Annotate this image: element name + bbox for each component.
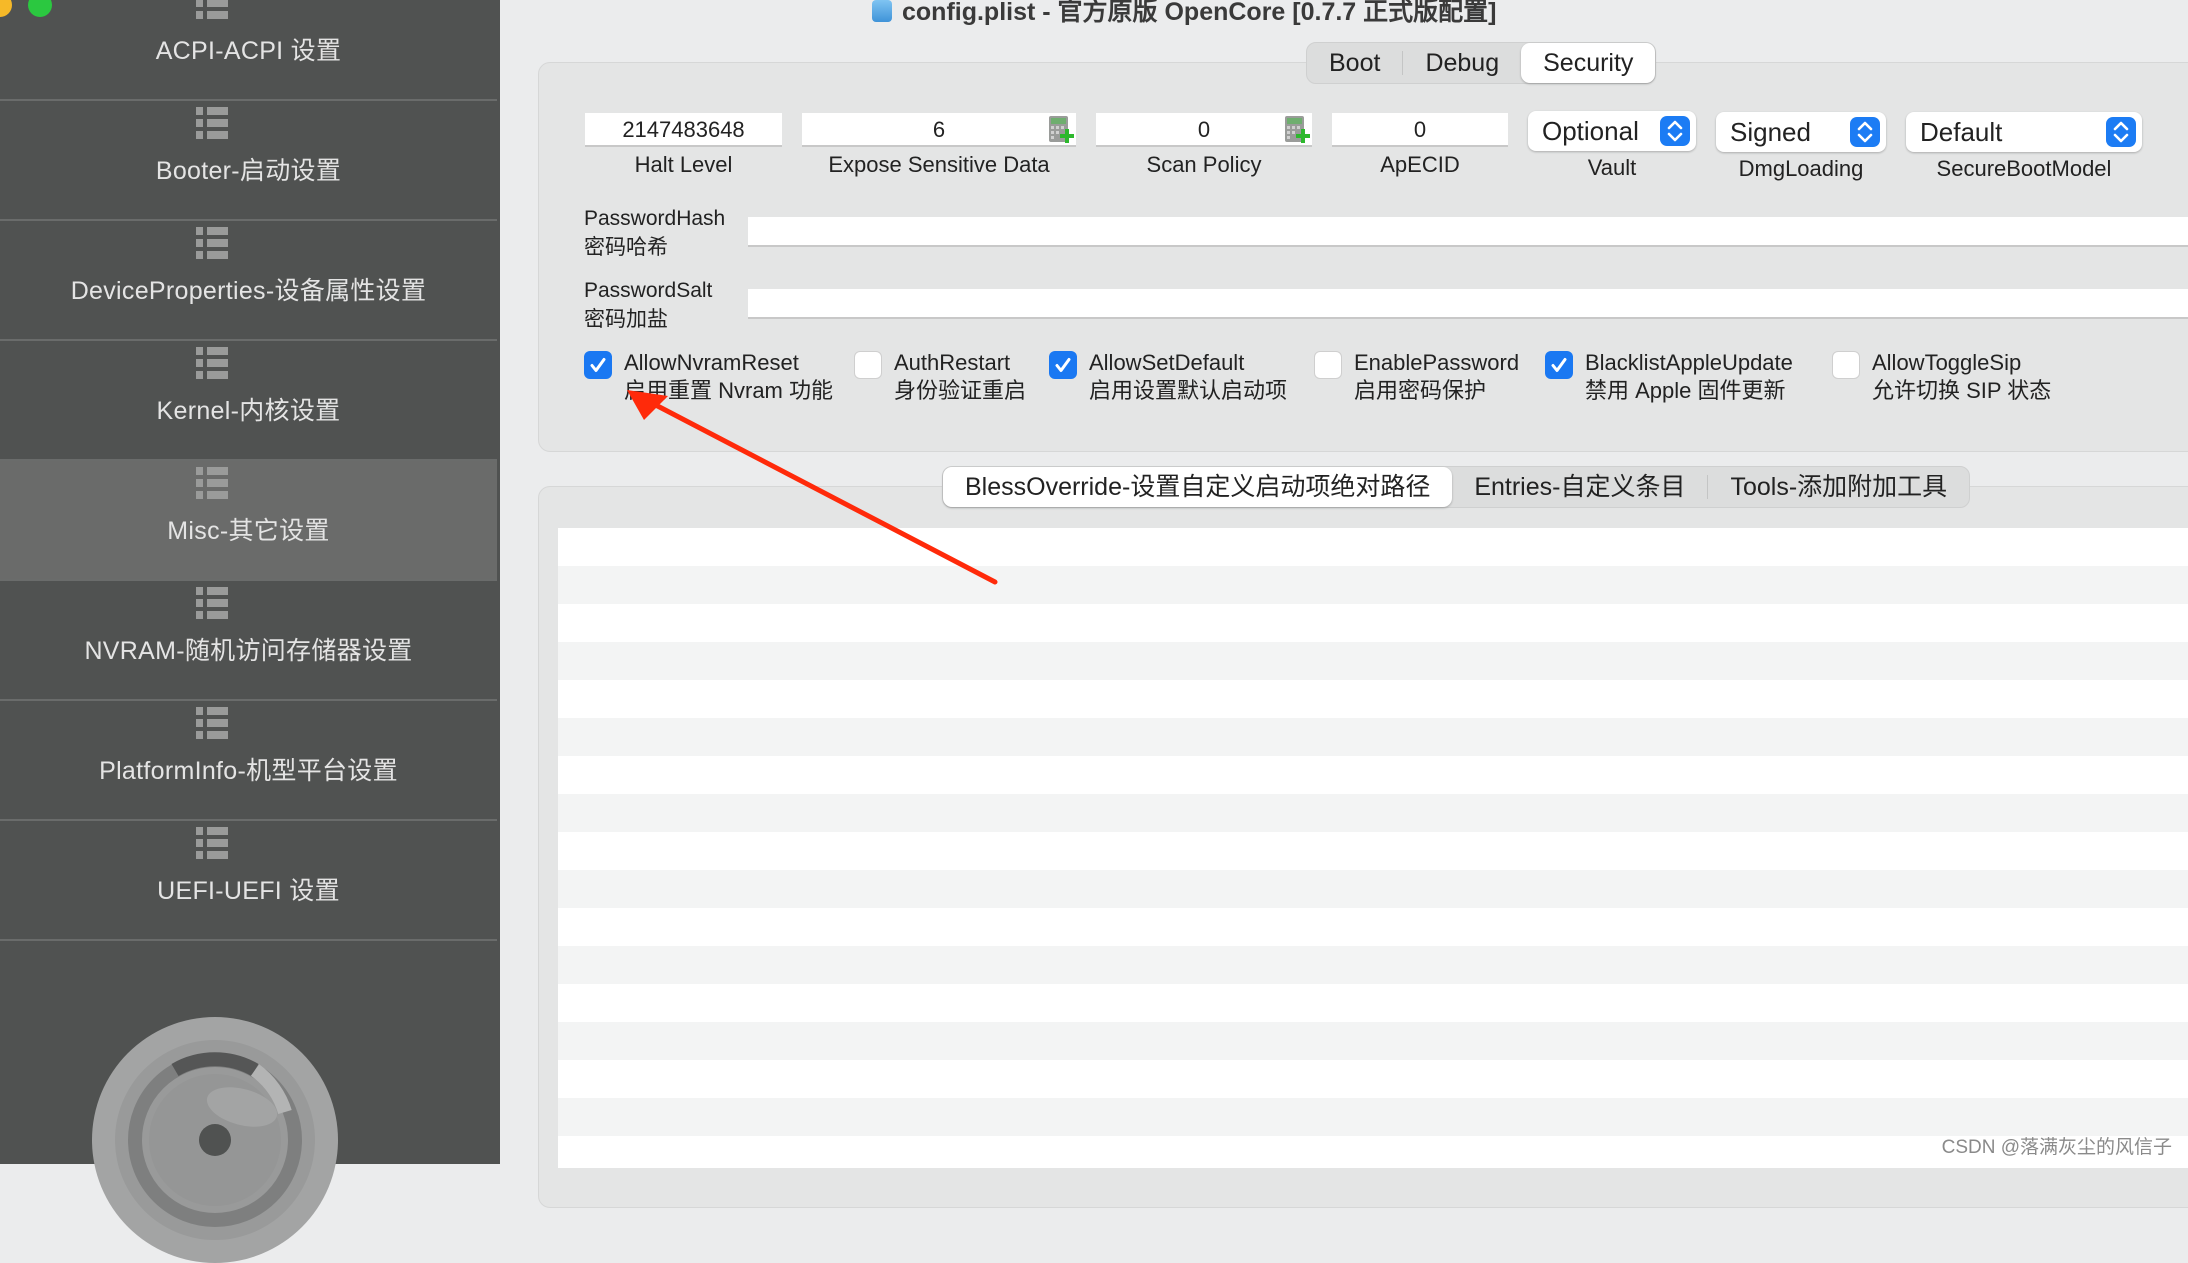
sidebar-item-nvram[interactable]: NVRAM-随机访问存储器设置 bbox=[0, 581, 497, 701]
list-icon bbox=[196, 827, 228, 859]
table-row[interactable] bbox=[558, 566, 2188, 604]
checkbox-checked[interactable] bbox=[1545, 351, 1573, 379]
tab-debug[interactable]: Debug bbox=[1403, 43, 1521, 83]
sidebar-item-platforminfo[interactable]: PlatformInfo-机型平台设置 bbox=[0, 701, 497, 821]
checkbox-label: EnablePassword 启用密码保护 bbox=[1354, 350, 1520, 403]
checkmark-icon bbox=[1551, 358, 1567, 372]
table-row[interactable] bbox=[558, 528, 2188, 566]
updown-chevron-icon bbox=[1850, 117, 1880, 147]
tab-entries[interactable]: Entries-自定义条目 bbox=[1452, 467, 1707, 507]
sidebar-item-deviceproperties[interactable]: DeviceProperties-设备属性设置 bbox=[0, 221, 497, 341]
sidebar-item-label: ACPI-ACPI 设置 bbox=[155, 37, 342, 65]
halt-level-label: Halt Level bbox=[634, 152, 733, 177]
sidebar-item-label: DeviceProperties-设备属性设置 bbox=[70, 277, 427, 305]
scan-policy-value: 0 bbox=[1197, 117, 1211, 142]
table-row[interactable] bbox=[558, 946, 2188, 984]
tab-boot[interactable]: Boot bbox=[1307, 43, 1402, 83]
checkbox-label: AuthRestart 身份验证重启 bbox=[894, 350, 1027, 403]
password-hash-input[interactable] bbox=[748, 217, 2188, 247]
tab-security[interactable]: Security bbox=[1521, 43, 1656, 83]
scan-policy-label: Scan Policy bbox=[1146, 152, 1262, 177]
vault-select[interactable]: Optional bbox=[1528, 111, 1696, 151]
updown-chevron-icon bbox=[2106, 117, 2136, 147]
securebootmodel-select[interactable]: Default bbox=[1906, 112, 2142, 152]
apecid-label: ApECID bbox=[1380, 152, 1460, 177]
app-icon bbox=[872, 0, 892, 22]
sidebar-item-label: UEFI-UEFI 设置 bbox=[157, 877, 340, 905]
checkbox-label: BlacklistAppleUpdate 禁用 Apple 固件更新 bbox=[1585, 350, 1793, 403]
vault-value: Optional bbox=[1542, 116, 1639, 146]
checkbox-unchecked[interactable] bbox=[1832, 351, 1860, 379]
tab-tools[interactable]: Tools-添加附加工具 bbox=[1708, 467, 1969, 507]
securebootmodel-value: Default bbox=[1920, 117, 2003, 147]
sidebar-item-misc[interactable]: Misc-其它设置 bbox=[0, 461, 497, 581]
calculator-icon[interactable] bbox=[1284, 115, 1310, 145]
security-list-tab-bar: BlessOverride-设置自定义启动项绝对路径 Entries-自定义条目… bbox=[942, 466, 1971, 508]
sidebar-item-uefi[interactable]: UEFI-UEFI 设置 bbox=[0, 821, 497, 941]
table-row[interactable] bbox=[558, 604, 2188, 642]
checkbox-checked[interactable] bbox=[584, 351, 612, 379]
table-row[interactable] bbox=[558, 794, 2188, 832]
window-title: config.plist - 官方原版 OpenCore [0.7.7 正式版配… bbox=[872, 0, 1496, 28]
list-icon bbox=[196, 707, 228, 739]
table-row[interactable] bbox=[558, 756, 2188, 794]
table-row[interactable] bbox=[558, 908, 2188, 946]
expose-sensitive-data-value: 6 bbox=[932, 117, 946, 142]
table-row[interactable] bbox=[558, 1060, 2188, 1098]
checkbox-unchecked[interactable] bbox=[854, 351, 882, 379]
table-row[interactable] bbox=[558, 642, 2188, 680]
table-row[interactable] bbox=[558, 984, 2188, 1022]
list-icon bbox=[196, 347, 228, 379]
checkbox-label: AllowToggleSip 允许切换 SIP 状态 bbox=[1872, 350, 2052, 403]
list-icon bbox=[196, 467, 228, 499]
sidebar-item-kernel[interactable]: Kernel-内核设置 bbox=[0, 341, 497, 461]
misc-tab-bar: Boot Debug Security bbox=[1306, 42, 1657, 84]
calculator-icon[interactable] bbox=[1048, 115, 1074, 145]
dmgloading-value: Signed bbox=[1730, 117, 1811, 147]
blessoverride-table[interactable] bbox=[558, 528, 2188, 1168]
sidebar-item-label: PlatformInfo-机型平台设置 bbox=[99, 757, 398, 785]
checkbox-label: AllowNvramReset 启用重置 Nvram 功能 bbox=[624, 350, 834, 403]
vault-label: Vault bbox=[1587, 155, 1637, 180]
sidebar-item-label: Misc-其它设置 bbox=[167, 517, 330, 545]
apecid-field[interactable]: 0 bbox=[1332, 113, 1508, 147]
sidebar-item-label: Booter-启动设置 bbox=[155, 157, 342, 185]
password-salt-label: PasswordSalt 密码加盐 bbox=[584, 279, 713, 331]
table-row[interactable] bbox=[558, 680, 2188, 718]
checkbox-label: AllowSetDefault 启用设置默认启动项 bbox=[1089, 350, 1288, 403]
updown-chevron-icon bbox=[1660, 116, 1690, 146]
tab-blessoverride[interactable]: BlessOverride-设置自定义启动项绝对路径 bbox=[943, 467, 1453, 507]
checkbox-checked[interactable] bbox=[1049, 351, 1077, 379]
expose-sensitive-data-label: Expose Sensitive Data bbox=[828, 152, 1050, 177]
table-row[interactable] bbox=[558, 870, 2188, 908]
checkmark-icon bbox=[1055, 358, 1071, 372]
expose-sensitive-data-field[interactable]: 6 bbox=[802, 113, 1076, 147]
list-icon bbox=[196, 587, 228, 619]
opencore-gear-logo-icon bbox=[92, 1017, 338, 1263]
sidebar-item-acpi[interactable]: ACPI-ACPI 设置 bbox=[0, 0, 497, 101]
list-icon bbox=[196, 107, 228, 139]
scan-policy-field[interactable]: 0 bbox=[1096, 113, 1312, 147]
securebootmodel-label: SecureBootModel bbox=[1936, 156, 2112, 181]
table-row[interactable] bbox=[558, 1022, 2188, 1060]
watermark: CSDN @落满灰尘的风信子 bbox=[1941, 1137, 2172, 1158]
password-hash-label: PasswordHash 密码哈希 bbox=[584, 207, 726, 259]
sidebar: ACPI-ACPI 设置 Booter-启动设置 DevicePropertie… bbox=[0, 0, 500, 1263]
sidebar-item-label: NVRAM-随机访问存储器设置 bbox=[84, 637, 413, 665]
table-row[interactable] bbox=[558, 832, 2188, 870]
sidebar-item-booter[interactable]: Booter-启动设置 bbox=[0, 101, 497, 221]
list-icon bbox=[196, 227, 228, 259]
list-icon bbox=[196, 0, 228, 19]
checkbox-unchecked[interactable] bbox=[1314, 351, 1342, 379]
password-salt-input[interactable] bbox=[748, 289, 2188, 319]
dmgloading-label: DmgLoading bbox=[1738, 156, 1864, 181]
table-row[interactable] bbox=[558, 1098, 2188, 1136]
table-row[interactable] bbox=[558, 718, 2188, 756]
checkmark-icon bbox=[590, 358, 606, 372]
halt-level-field[interactable]: 2147483648 bbox=[585, 113, 782, 147]
sidebar-item-label: Kernel-内核设置 bbox=[156, 397, 341, 425]
dmgloading-select[interactable]: Signed bbox=[1716, 112, 1886, 152]
